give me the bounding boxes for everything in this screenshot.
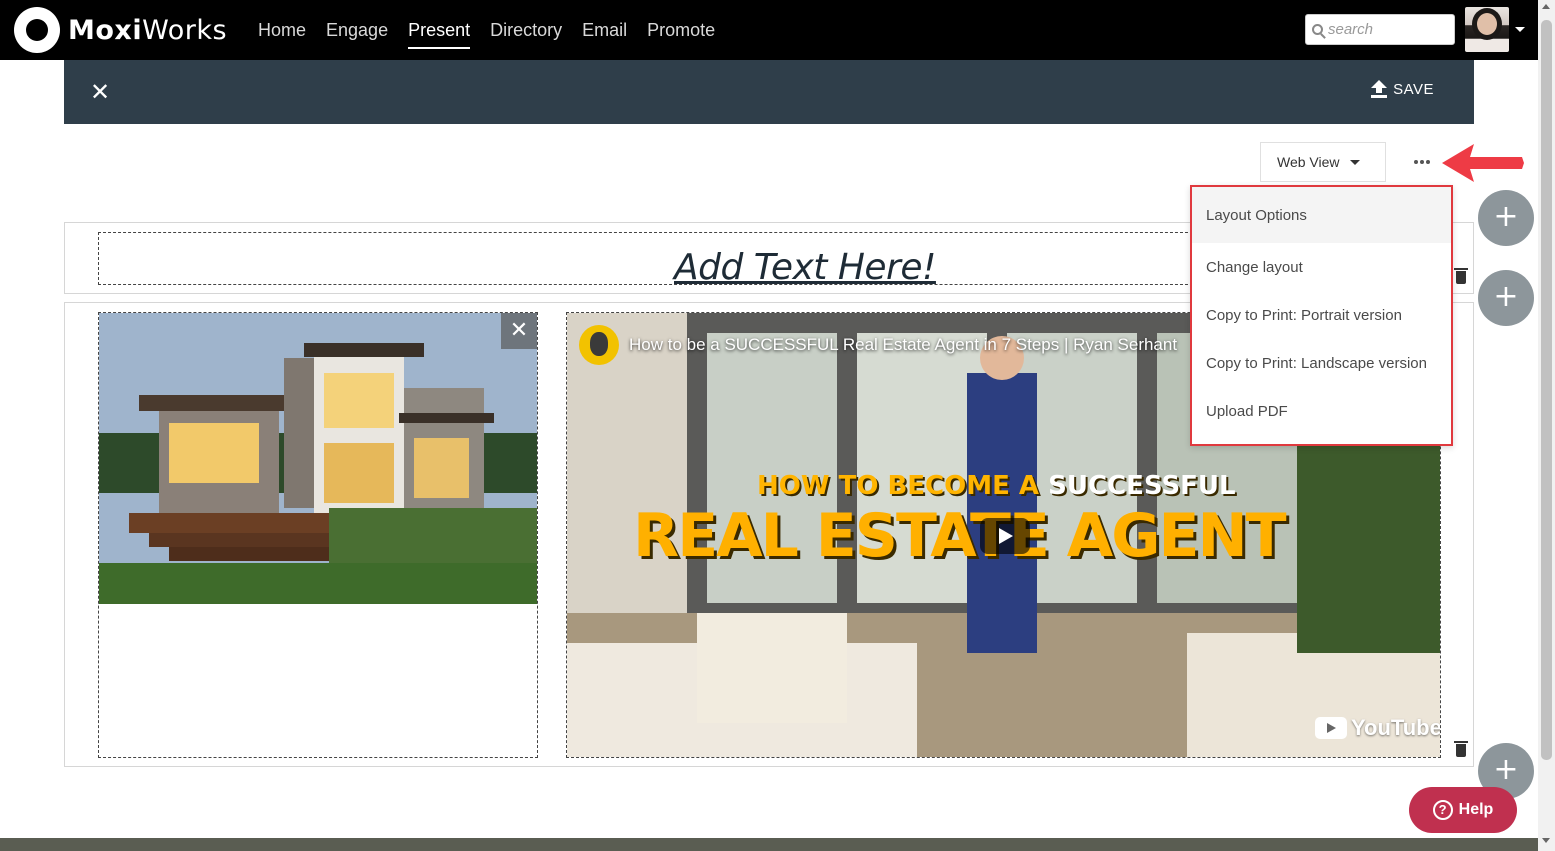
menu-item-upload-pdf[interactable]: Upload PDF bbox=[1192, 387, 1451, 435]
upload-icon bbox=[1371, 80, 1388, 98]
nav-item-engage[interactable]: Engage bbox=[326, 0, 388, 60]
help-button[interactable]: ? Help bbox=[1409, 787, 1517, 833]
menu-item-copy-portrait[interactable]: Copy to Print: Portrait version bbox=[1192, 291, 1451, 339]
ellipsis-dot bbox=[1420, 160, 1424, 164]
video-tagline-main: REAL ESTATE AGENT bbox=[633, 501, 1287, 571]
remove-image-icon[interactable]: ✕ bbox=[501, 313, 537, 349]
nav-item-directory[interactable]: Directory bbox=[490, 0, 562, 60]
more-options-button[interactable] bbox=[1408, 150, 1436, 174]
view-select[interactable]: Web View bbox=[1260, 142, 1386, 182]
image-block[interactable]: ✕ bbox=[98, 312, 538, 758]
menu-header: Layout Options bbox=[1192, 187, 1451, 243]
footer-strip bbox=[0, 838, 1538, 851]
nav-items: Home Engage Present Directory Email Prom… bbox=[258, 0, 735, 60]
pointer-arrow-icon bbox=[1442, 144, 1524, 182]
video-title[interactable]: How to be a SUCCESSFUL Real Estate Agent… bbox=[629, 335, 1177, 355]
view-select-value: Web View bbox=[1277, 154, 1340, 170]
search-icon bbox=[1312, 24, 1323, 35]
layout-options-menu: Layout Options Change layout Copy to Pri… bbox=[1190, 185, 1453, 446]
channel-avatar[interactable] bbox=[579, 325, 619, 365]
scrollbar-thumb[interactable] bbox=[1541, 20, 1552, 760]
youtube-logo[interactable]: YouTube bbox=[1315, 715, 1440, 741]
menu-item-change-layout[interactable]: Change layout bbox=[1192, 243, 1451, 291]
moxiworks-logo[interactable]: MoxiWorks bbox=[14, 7, 227, 53]
search-input[interactable] bbox=[1328, 21, 1448, 38]
youtube-label: YouTube bbox=[1351, 715, 1440, 740]
video-tagline-top: HOW TO BECOME A SUCCESSFUL bbox=[757, 471, 1236, 501]
ellipsis-dot bbox=[1426, 160, 1430, 164]
scrollbar[interactable] bbox=[1538, 0, 1555, 851]
nav-item-promote[interactable]: Promote bbox=[647, 0, 715, 60]
add-row-button[interactable]: + bbox=[1478, 190, 1534, 246]
play-icon[interactable] bbox=[980, 518, 1030, 554]
question-icon: ? bbox=[1432, 800, 1453, 820]
chevron-down-icon[interactable] bbox=[1515, 27, 1525, 32]
ellipsis-icon bbox=[1414, 160, 1418, 164]
logo-text: MoxiWorks bbox=[68, 14, 228, 46]
search-box[interactable] bbox=[1305, 14, 1455, 45]
trash-icon[interactable] bbox=[1454, 267, 1468, 284]
youtube-play-icon bbox=[1315, 717, 1347, 739]
add-row-button[interactable]: + bbox=[1478, 270, 1534, 326]
editor-header: ✕ SAVE bbox=[64, 60, 1474, 124]
help-label: Help bbox=[1458, 801, 1494, 818]
menu-item-copy-landscape[interactable]: Copy to Print: Landscape version bbox=[1192, 339, 1451, 387]
save-label: SAVE bbox=[1393, 80, 1434, 98]
logo-mark-icon bbox=[14, 7, 60, 53]
top-nav: MoxiWorks Home Engage Present Directory … bbox=[0, 0, 1538, 60]
caret-down-icon bbox=[1349, 159, 1360, 165]
avatar[interactable] bbox=[1465, 7, 1509, 52]
text-block[interactable]: Add Text Here! bbox=[98, 232, 1198, 288]
page-heading[interactable]: Add Text Here! bbox=[674, 247, 936, 288]
house-illustration bbox=[99, 313, 537, 604]
scroll-down-icon[interactable] bbox=[1542, 838, 1550, 843]
nav-item-email[interactable]: Email bbox=[582, 0, 627, 60]
scroll-up-icon[interactable] bbox=[1542, 4, 1550, 9]
nav-item-home[interactable]: Home bbox=[258, 0, 306, 60]
trash-icon[interactable] bbox=[1454, 740, 1468, 757]
nav-item-present[interactable]: Present bbox=[408, 0, 471, 60]
save-button[interactable]: SAVE bbox=[1371, 80, 1434, 98]
house-photo bbox=[99, 313, 537, 604]
close-icon[interactable]: ✕ bbox=[90, 80, 110, 104]
